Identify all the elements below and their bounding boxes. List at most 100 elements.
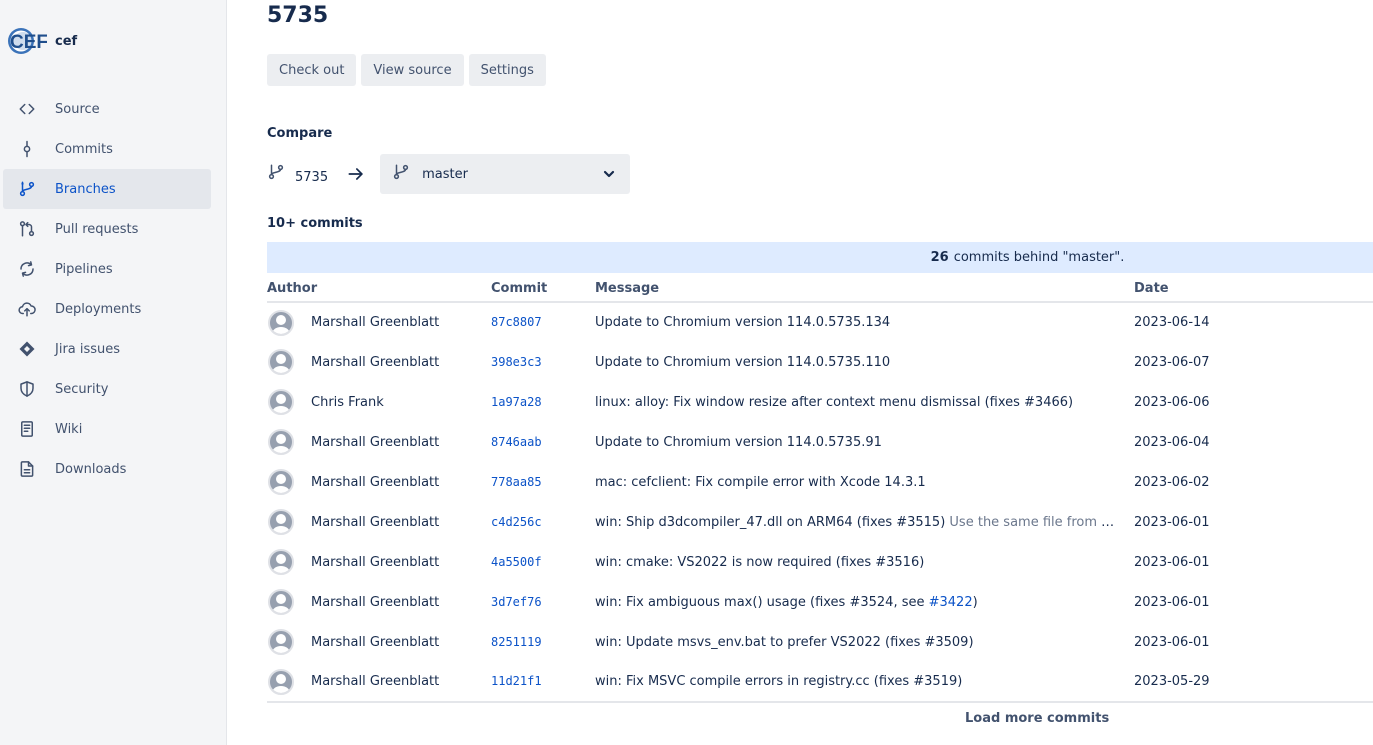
commit-date: 2023-06-07 (1134, 354, 1210, 370)
author-name: Marshall Greenblatt (311, 514, 440, 530)
chevron-down-icon (602, 166, 616, 180)
pull-request-icon (17, 219, 37, 239)
commit-date: 2023-06-14 (1134, 315, 1210, 330)
commit-hash-link[interactable]: 778aa85 (491, 475, 542, 489)
repo-header[interactable]: CEF cef (6, 24, 77, 58)
avatar[interactable] (268, 549, 294, 575)
commit-date: 2023-06-01 (1134, 514, 1210, 530)
page-title: 5735 (267, 3, 329, 28)
sidebar-item-downloads[interactable]: Downloads (3, 449, 211, 489)
commit-message-text: linux: alloy: Fix window resize after co… (595, 394, 1074, 410)
commit-message: linux: alloy: Fix window resize after co… (595, 395, 1119, 410)
source-branch: 5735 (267, 163, 328, 185)
author-name: Marshall Greenblatt (311, 354, 440, 370)
target-branch-select[interactable]: master (380, 154, 631, 194)
table-row: Marshall Greenblatt 87c8807 Update to Ch… (267, 302, 1373, 342)
repo-logo: CEF (6, 24, 48, 58)
compare-heading: Compare (267, 126, 333, 141)
commit-message-body: Use the same file from the W… (949, 514, 1119, 530)
commit-hash-link[interactable]: 398e3c3 (491, 355, 542, 369)
avatar[interactable] (268, 349, 294, 375)
avatar[interactable] (268, 429, 294, 455)
commit-message-suffix: ) (972, 594, 978, 610)
author-name: Chris Frank (311, 394, 384, 410)
sidebar-item-label: Downloads (55, 461, 127, 477)
sidebar-item-wiki[interactable]: Wiki (3, 409, 211, 449)
sidebar-item-branches[interactable]: Branches (3, 169, 211, 209)
branch-icon (17, 179, 37, 199)
author-name: Marshall Greenblatt (311, 674, 440, 689)
commits-table-body: Marshall Greenblatt 87c8807 Update to Ch… (267, 302, 1373, 703)
svg-text:CEF: CEF (10, 32, 47, 53)
view-source-button[interactable]: View source (361, 54, 464, 86)
commit-hash-link[interactable]: 8746aab (491, 435, 542, 449)
commit-hash-link[interactable]: 11d21f1 (491, 674, 542, 688)
jira-icon (17, 339, 37, 359)
column-header-author: Author (267, 276, 491, 303)
avatar[interactable] (268, 469, 294, 495)
table-row: Marshall Greenblatt 8251119 win: Update … (267, 622, 1373, 662)
commit-icon (17, 139, 37, 159)
branch-actions: Check out View source Settings (267, 54, 546, 86)
table-header-row: Author Commit Message Date (267, 276, 1373, 303)
column-header-date: Date (1134, 276, 1373, 303)
wiki-icon (17, 419, 37, 439)
settings-button[interactable]: Settings (468, 54, 546, 86)
commit-message-text: Update to Chromium version 114.0.5735.91 (595, 434, 882, 450)
commit-hash-link[interactable]: 4a5500f (491, 555, 542, 569)
table-row: Marshall Greenblatt c4d256c win: Ship d3… (267, 502, 1373, 542)
avatar[interactable] (268, 589, 294, 615)
author-name: Marshall Greenblatt (311, 594, 440, 610)
sidebar-item-pull-requests[interactable]: Pull requests (3, 209, 211, 249)
sidebar-item-label: Branches (55, 181, 116, 197)
author-name: Marshall Greenblatt (311, 474, 440, 490)
commit-hash-link[interactable]: 3d7ef76 (491, 595, 542, 609)
sidebar-item-jira-issues[interactable]: Jira issues (3, 329, 211, 369)
commits-table: Author Commit Message Date Marshall Gree… (267, 276, 1373, 703)
column-header-commit: Commit (491, 276, 595, 303)
avatar[interactable] (268, 629, 294, 655)
commits-behind-banner: 26 commits behind "master". (267, 242, 1373, 273)
shield-icon (17, 379, 37, 399)
sidebar-nav: Source Commits Branches Pull requests Pi… (3, 89, 211, 489)
sidebar-item-deployments[interactable]: Deployments (3, 289, 211, 329)
avatar[interactable] (268, 389, 294, 415)
main-content: 5735 Check out View source Settings Comp… (267, 0, 1373, 745)
sidebar: CEF cef Source Commits Branches Pull req… (0, 0, 227, 745)
avatar[interactable] (268, 509, 294, 535)
sidebar-item-label: Pull requests (55, 221, 139, 237)
author-name: Marshall Greenblatt (311, 554, 440, 570)
behind-count: 26 (930, 250, 949, 265)
avatar[interactable] (268, 309, 294, 336)
sidebar-item-security[interactable]: Security (3, 369, 211, 409)
commit-message-text: win: Fix MSVC compile errors in registry… (595, 674, 963, 689)
commit-message: win: Ship d3dcompiler_47.dll on ARM64 (f… (595, 515, 1119, 530)
commit-hash-link[interactable]: c4d256c (491, 515, 542, 529)
sidebar-item-label: Deployments (55, 301, 142, 317)
table-row: Marshall Greenblatt 3d7ef76 win: Fix amb… (267, 582, 1373, 622)
repo-name[interactable]: cef (55, 34, 77, 49)
table-row: Marshall Greenblatt 8746aab Update to Ch… (267, 422, 1373, 462)
commit-message-text: win: Fix ambiguous max() usage (fixes #3… (595, 594, 929, 610)
avatar[interactable] (268, 668, 294, 695)
commit-message: Update to Chromium version 114.0.5735.13… (595, 315, 1119, 330)
sidebar-item-label: Pipelines (55, 261, 113, 277)
code-icon (17, 99, 37, 119)
commit-date: 2023-06-01 (1134, 634, 1210, 650)
check-out-button[interactable]: Check out (267, 54, 357, 86)
issue-link[interactable]: #3422 (929, 595, 973, 610)
sidebar-item-label: Wiki (55, 421, 83, 437)
sidebar-item-commits[interactable]: Commits (3, 129, 211, 169)
deployments-icon (17, 299, 37, 319)
commit-message: win: Fix ambiguous max() usage (fixes #3… (595, 595, 1119, 610)
commit-hash-link[interactable]: 8251119 (491, 635, 542, 649)
commit-message-text: win: cmake: VS2022 is now required (fixe… (595, 554, 925, 570)
commit-hash-link[interactable]: 1a97a28 (491, 395, 542, 409)
commit-date: 2023-05-29 (1134, 662, 1373, 703)
sidebar-item-source[interactable]: Source (3, 89, 211, 129)
commit-message: win: Fix MSVC compile errors in registry… (595, 674, 1119, 689)
sidebar-item-pipelines[interactable]: Pipelines (3, 249, 211, 289)
commit-hash-link[interactable]: 87c8807 (491, 315, 542, 329)
commit-message: Update to Chromium version 114.0.5735.11… (595, 355, 1119, 370)
load-more-commits-button[interactable]: Load more commits (965, 711, 1109, 726)
